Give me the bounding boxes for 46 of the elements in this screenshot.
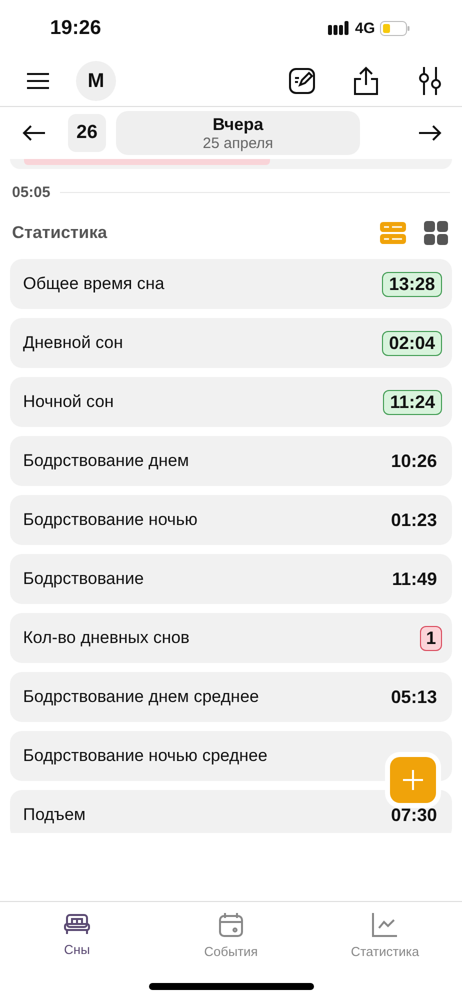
stat-value: 11:24 [382, 390, 442, 414]
section-title: Статистика [12, 223, 108, 243]
status-time: 19:26 [50, 16, 102, 40]
list-view-toggle[interactable] [380, 222, 406, 244]
stat-label: Кол-во дневных снов [23, 628, 190, 648]
stat-label: Общее время сна [23, 274, 164, 294]
grid-view-icon [424, 221, 448, 245]
stat-value: 13:28 [382, 272, 442, 296]
nav-tab[interactable]: Сны [0, 902, 154, 962]
stat-label: Бодрствование днем [23, 451, 189, 471]
left-arrow-icon [22, 124, 46, 142]
line-chart-icon [371, 912, 399, 938]
stat-value: 01:23 [390, 508, 438, 532]
sliders-icon [418, 66, 442, 96]
nav-tab[interactable]: События [154, 902, 308, 962]
plus-icon [402, 769, 424, 791]
nav-tab[interactable]: Статистика [308, 902, 462, 962]
stat-label: Подъем [23, 805, 86, 825]
stat-label: Бодрствование ночью [23, 510, 198, 530]
network-label: 4G [354, 20, 375, 36]
list-view-icon [380, 222, 406, 244]
stat-value: 11:49 [390, 568, 438, 590]
signal-icon [328, 21, 350, 35]
avatar[interactable]: M [76, 61, 116, 101]
bed-icon [63, 912, 91, 936]
share-icon [353, 66, 379, 96]
day-button[interactable]: 26 [68, 114, 106, 152]
stat-label: Ночной сон [23, 392, 114, 412]
stat-value: 10:26 [390, 450, 438, 472]
right-arrow-icon [418, 124, 442, 142]
stat-value: 07:30 [390, 804, 438, 826]
stat-label: Бодрствование ночью среднее [23, 746, 268, 766]
stat-value: 05:13 [390, 686, 438, 708]
menu-icon [26, 72, 50, 90]
grid-view-toggle[interactable] [424, 221, 448, 245]
timeline-time: 05:05 [12, 184, 50, 201]
date-picker-button[interactable]: Вчера 25 апреля [116, 111, 360, 155]
stat-label: Бодрствование днем среднее [23, 687, 259, 707]
stat-label: Дневной сон [23, 333, 123, 353]
stat-value: 02:04 [382, 330, 442, 356]
battery-icon [380, 20, 410, 36]
calendar-icon [217, 912, 245, 938]
stat-value: 1 [420, 626, 442, 650]
edit-note-button[interactable] [286, 65, 318, 97]
edit-icon [289, 68, 315, 94]
stat-label: Бодрствование [23, 569, 144, 589]
